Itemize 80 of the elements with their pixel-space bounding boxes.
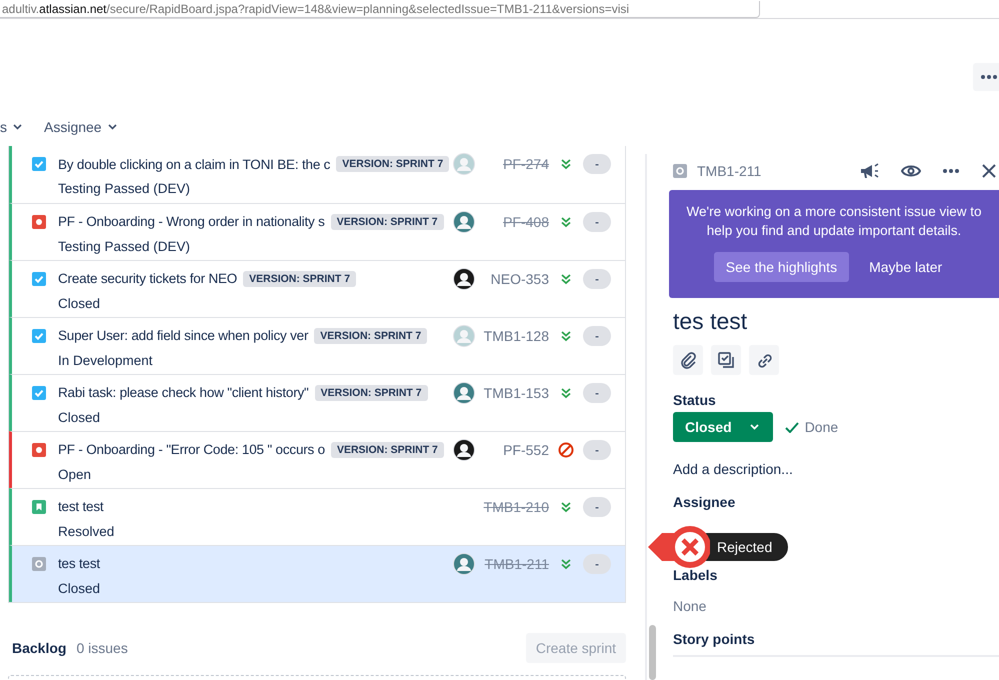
issue-count: 0 issues bbox=[76, 640, 128, 656]
issue-row[interactable]: Create security tickets for NEO VERSION: SPRINT 7 NEO-353 - Closed bbox=[9, 260, 625, 317]
highlights-button[interactable]: See the highlights bbox=[714, 252, 850, 282]
description-field[interactable]: Add a description... bbox=[673, 461, 999, 477]
version-tag: VERSION: SPRINT 7 bbox=[243, 270, 356, 286]
filter-dropdown[interactable]: s bbox=[0, 118, 22, 136]
issue-title: By double clicking on a claim in TONI BE: the c bbox=[58, 156, 330, 172]
issue-status: Resolved bbox=[58, 524, 116, 538]
field-label: Assignee bbox=[673, 494, 736, 510]
scrollbar-thumb[interactable] bbox=[649, 625, 656, 680]
status-dropdown[interactable]: Closed bbox=[673, 412, 773, 442]
issue-key[interactable]: TMB1-211 bbox=[697, 163, 762, 179]
chevron-down-icon bbox=[108, 124, 117, 130]
paperclip-icon bbox=[679, 351, 697, 369]
resolution-text: Done bbox=[804, 419, 838, 435]
backlog-title: Backlog bbox=[12, 640, 66, 656]
estimate-badge: - bbox=[583, 268, 611, 288]
issue-key[interactable]: TMB1-128 bbox=[483, 328, 549, 344]
rejected-marker-drawing bbox=[646, 525, 710, 569]
issue-row[interactable]: PF - Onboarding - "Error Code: 105 " occurs o VERSION: SPRINT 7 PF-552 - Open bbox=[9, 431, 625, 488]
maybe-later-button[interactable]: Maybe later bbox=[857, 252, 954, 282]
issue-key[interactable]: PF-274 bbox=[483, 156, 549, 172]
chevron-down-icon bbox=[13, 124, 22, 130]
labels-value: None bbox=[673, 598, 708, 614]
more-button[interactable] bbox=[973, 63, 999, 91]
issue-row[interactable]: PF - Onboarding - Wrong order in nationality s VERSION: SPRINT 7 PF-408 - Testing Passed (DEV) bbox=[9, 203, 625, 260]
issue-title: PF - Onboarding - "Error Code: 105 " occurs o bbox=[58, 442, 325, 457]
issue-status: In Development bbox=[58, 352, 154, 368]
issue-title: tes test bbox=[58, 556, 100, 571]
issue-title: PF - Onboarding - Wrong order in nationality s bbox=[58, 214, 325, 229]
checkbox-stack-icon bbox=[717, 351, 735, 369]
issue-key[interactable]: NEO-353 bbox=[483, 270, 549, 286]
estimate-badge: - bbox=[583, 440, 611, 460]
issue-row[interactable]: test test TMB1-210 - Resolved bbox=[9, 488, 625, 545]
issue-status: Testing Passed (DEV) bbox=[58, 238, 192, 254]
issue-title: Super User: add field since when policy ver bbox=[58, 328, 308, 343]
estimate-badge: - bbox=[583, 326, 611, 346]
issue-title: test test bbox=[58, 499, 104, 514]
issue-status: Closed bbox=[58, 410, 102, 424]
more-icon bbox=[943, 169, 959, 173]
issue-status: Closed bbox=[58, 296, 102, 310]
issue-key[interactable]: PF-408 bbox=[483, 214, 549, 230]
issue-key[interactable]: TMB1-210 bbox=[483, 498, 549, 514]
issue-key[interactable]: TMB1-153 bbox=[483, 384, 549, 400]
estimate-badge: - bbox=[583, 382, 611, 402]
link-button[interactable] bbox=[749, 345, 779, 375]
close-icon bbox=[981, 163, 997, 179]
field-label: Story points bbox=[673, 631, 756, 647]
field-label: Status bbox=[673, 392, 717, 408]
estimate-badge: - bbox=[583, 154, 611, 174]
version-tag: VERSION: SPRINT 7 bbox=[314, 328, 428, 344]
issue-row[interactable]: Rabi task: please check how "client history" VERSION: SPRINT 7 TMB1-153 - Closed bbox=[9, 374, 625, 431]
version-tag: VERSION: SPRINT 7 bbox=[314, 384, 428, 400]
filter-dropdown[interactable]: Assignee bbox=[44, 118, 117, 136]
estimate-badge: - bbox=[583, 212, 611, 232]
issue-row[interactable]: tes test TMB1-211 - Closed bbox=[9, 545, 625, 602]
attachment-button[interactable] bbox=[673, 345, 703, 375]
issue-key[interactable]: TMB1-211 bbox=[483, 556, 549, 572]
field-label: Labels bbox=[673, 567, 718, 583]
version-tag: VERSION: SPRINT 7 bbox=[336, 156, 450, 172]
issue-status: Closed bbox=[58, 580, 102, 596]
more-icon bbox=[981, 75, 997, 79]
issue-status: Testing Passed (DEV) bbox=[58, 181, 192, 196]
issue-title: tes test bbox=[673, 308, 748, 335]
version-tag: VERSION: SPRINT 7 bbox=[330, 442, 444, 458]
megaphone-icon bbox=[859, 162, 879, 180]
chevron-down-icon bbox=[750, 424, 759, 430]
checkmark-icon bbox=[784, 422, 799, 432]
estimate-badge: - bbox=[583, 554, 611, 574]
eye-icon bbox=[901, 164, 921, 178]
issue-status: Open bbox=[58, 466, 92, 482]
issue-title: Create security tickets for NEO bbox=[58, 271, 238, 286]
issue-title: Rabi task: please check how "client history" bbox=[58, 385, 309, 400]
issue-key[interactable]: PF-552 bbox=[483, 442, 549, 458]
subtask-button[interactable] bbox=[711, 345, 741, 375]
address-bar[interactable]: adultiv.atlassian.net/secure/RapidBoard.jspa?rapidView=148&view=planning&selectedIssue=TMB1-211&versions=visi bbox=[0, 1, 760, 18]
estimate-badge: - bbox=[583, 496, 611, 516]
version-tag: VERSION: SPRINT 7 bbox=[330, 214, 444, 230]
issue-row[interactable]: Super User: add field since when policy ver VERSION: SPRINT 7 TMB1-128 - In Development bbox=[9, 317, 625, 374]
banner-message: We're working on a more consistent issue view to help you find and update important details. bbox=[686, 203, 982, 240]
